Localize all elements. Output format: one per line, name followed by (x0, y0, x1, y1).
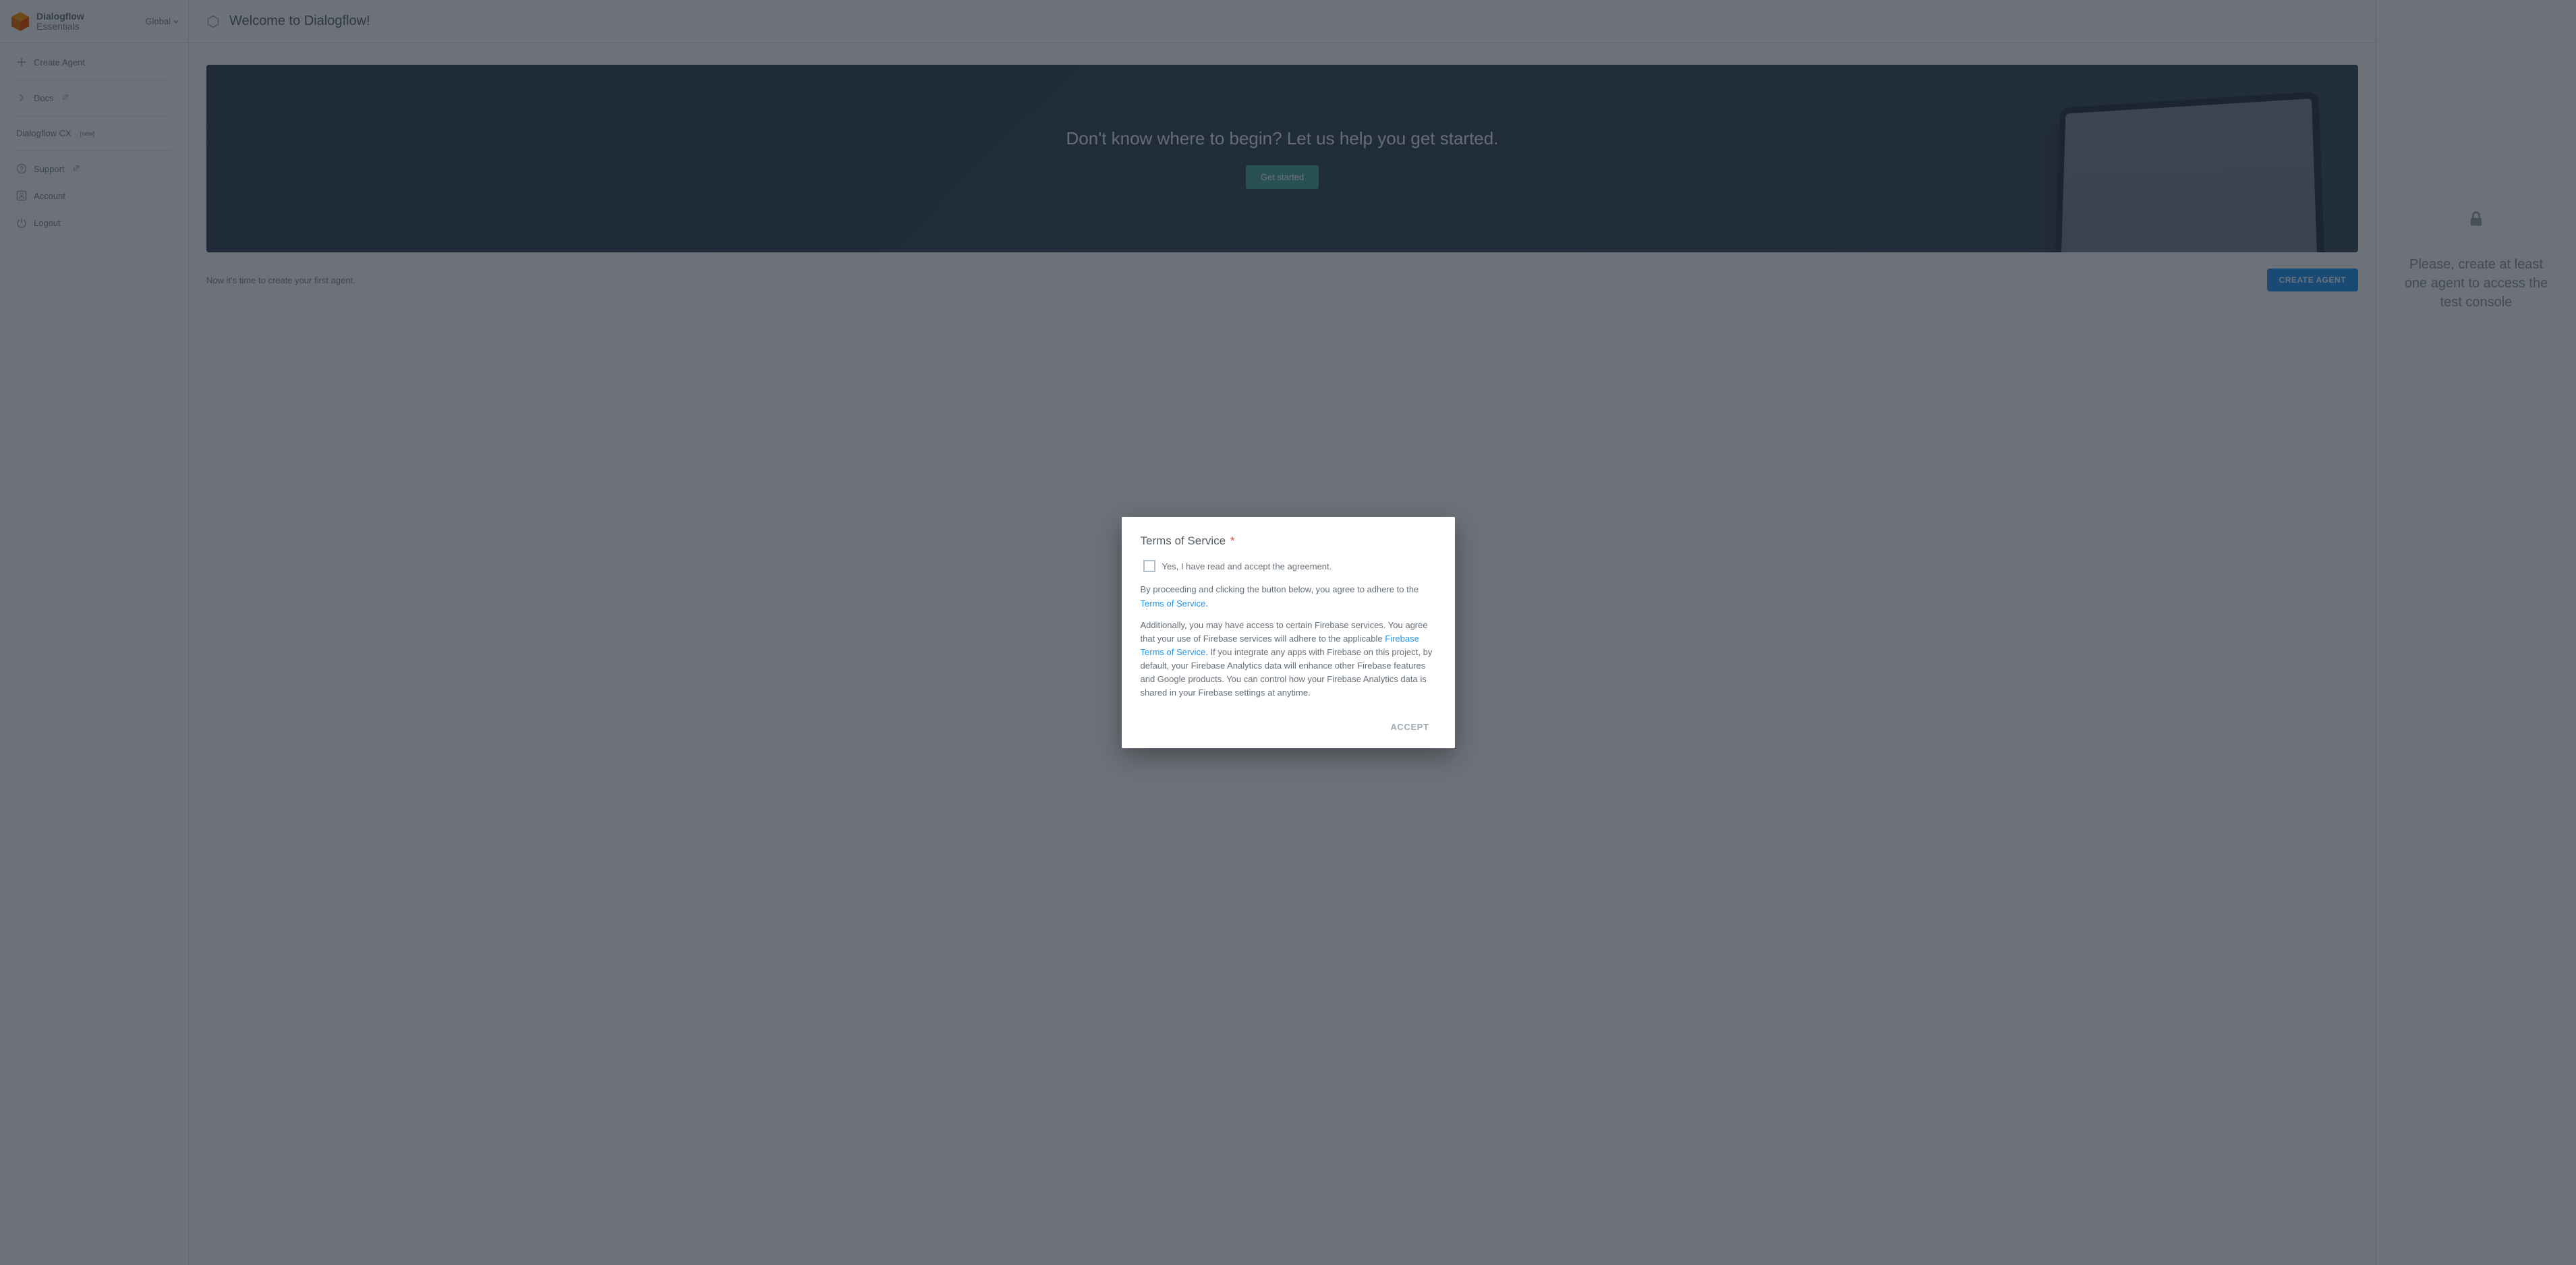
accept-button[interactable]: ACCEPT (1383, 716, 1435, 737)
accept-checkbox-label: Yes, I have read and accept the agreemen… (1162, 561, 1332, 571)
p1-before: By proceeding and clicking the button be… (1141, 584, 1419, 594)
tos-dialog: Terms of Service * Yes, I have read and … (1122, 517, 1455, 748)
dialog-paragraph-1: By proceeding and clicking the button be… (1141, 583, 1436, 610)
p1-after: . (1205, 598, 1208, 609)
dialog-title: Terms of Service * (1141, 534, 1436, 548)
accept-checkbox-row: Yes, I have read and accept the agreemen… (1141, 560, 1436, 572)
dialog-paragraph-2: Additionally, you may have access to cer… (1141, 619, 1436, 700)
dialog-actions: ACCEPT (1141, 716, 1436, 737)
modal-overlay: Terms of Service * Yes, I have read and … (0, 0, 2576, 1265)
accept-checkbox[interactable] (1143, 560, 1155, 572)
tos-link[interactable]: Terms of Service (1141, 598, 1206, 609)
required-asterisk: * (1230, 534, 1235, 547)
dialog-title-text: Terms of Service (1141, 534, 1226, 547)
